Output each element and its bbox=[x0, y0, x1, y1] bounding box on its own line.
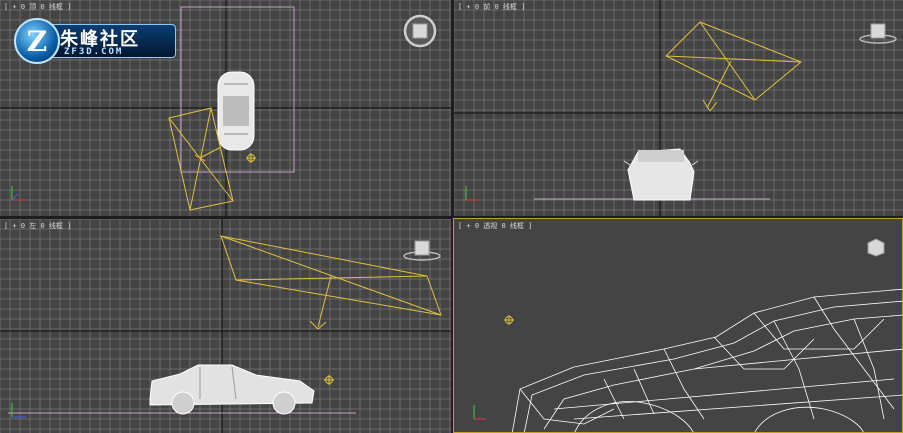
car-perspective-wireframe[interactable] bbox=[511, 288, 903, 433]
camera-target-icon[interactable] bbox=[324, 375, 334, 385]
viewcube-icon[interactable] bbox=[858, 21, 898, 45]
camera-front[interactable] bbox=[665, 21, 802, 112]
camera-target-icon[interactable] bbox=[246, 153, 256, 163]
viewport-perspective[interactable]: [ + 0 透视 0 线框 ] bbox=[453, 218, 903, 433]
viewport-label[interactable]: [ + 0 左 0 线框 ] bbox=[4, 221, 71, 231]
viewport-left-scene bbox=[0, 219, 451, 433]
viewport-front-scene bbox=[454, 0, 903, 216]
viewcube-icon[interactable] bbox=[864, 237, 888, 257]
viewport-label[interactable]: [ + 0 前 0 线框 ] bbox=[458, 2, 525, 12]
car-side-view[interactable] bbox=[149, 364, 315, 415]
car-front-view[interactable] bbox=[623, 148, 699, 201]
logo-text-english: ZF3D.COM bbox=[64, 47, 124, 57]
viewport-top[interactable]: [ + 0 顶 0 线框 ] Z 朱峰社区 ZF3D.COM bbox=[0, 0, 451, 216]
viewport-front[interactable]: [ + 0 前 0 线框 ] bbox=[454, 0, 903, 216]
camera-target-icon[interactable] bbox=[504, 315, 514, 325]
axis-tripod-icon bbox=[11, 403, 26, 418]
logo-icon: Z 朱峰社区 ZF3D.COM bbox=[14, 16, 178, 66]
viewport-left[interactable]: [ + 0 左 0 线框 ] bbox=[0, 219, 451, 433]
viewport-label[interactable]: [ + 0 透视 0 线框 ] bbox=[458, 221, 532, 231]
viewport-label[interactable]: [ + 0 顶 0 线框 ] bbox=[4, 2, 71, 12]
viewcube-icon[interactable] bbox=[402, 238, 442, 262]
axis-tripod-icon bbox=[465, 186, 480, 201]
axis-tripod-icon bbox=[473, 405, 486, 420]
logo-badge: Z bbox=[14, 18, 60, 64]
car-top-view[interactable] bbox=[217, 71, 255, 151]
viewcube-icon[interactable] bbox=[402, 13, 438, 49]
viewport-perspective-scene bbox=[473, 288, 903, 433]
axis-tripod-icon bbox=[11, 186, 26, 201]
